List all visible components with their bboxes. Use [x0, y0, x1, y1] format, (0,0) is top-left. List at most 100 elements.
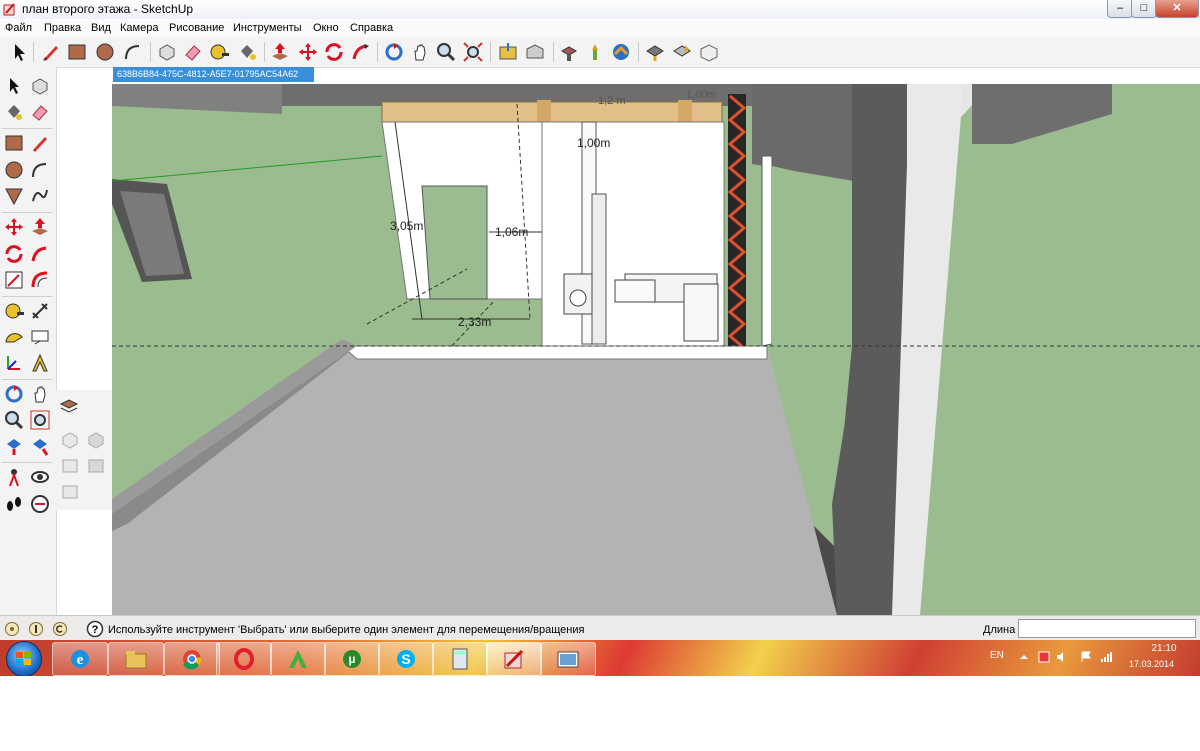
zoom-window-icon[interactable]	[30, 410, 50, 430]
taskbar-chrome[interactable]	[164, 642, 220, 676]
clock-time[interactable]: 21:10	[1145, 643, 1183, 654]
pan-icon[interactable]	[30, 384, 50, 404]
menu-tools[interactable]: Инструменты	[233, 22, 302, 34]
zoom-extents-icon[interactable]	[462, 41, 484, 63]
follow-me-icon[interactable]	[30, 244, 50, 264]
menu-draw[interactable]: Рисование	[169, 22, 224, 34]
arc-icon[interactable]	[122, 41, 144, 63]
taskbar-utorrent[interactable]: µ	[324, 642, 380, 676]
move-icon[interactable]	[297, 41, 319, 63]
menu-camera[interactable]: Камера	[120, 22, 158, 34]
menu-help[interactable]: Справка	[350, 22, 393, 34]
dimension-icon[interactable]	[30, 301, 50, 321]
axes-icon[interactable]	[4, 353, 24, 373]
menu-file[interactable]: Файл	[5, 22, 32, 34]
protractor-icon[interactable]	[4, 327, 24, 347]
zoom-icon[interactable]	[435, 41, 457, 63]
walk-icon[interactable]	[4, 494, 24, 514]
line-icon[interactable]	[30, 133, 50, 153]
washing-machine-door	[569, 289, 587, 307]
taskbar-explorer[interactable]	[108, 642, 164, 676]
text-icon[interactable]	[30, 327, 50, 347]
taskbar-sketchup[interactable]	[486, 642, 542, 676]
rotate-icon[interactable]	[323, 41, 345, 63]
tape-measure-icon[interactable]	[4, 301, 24, 321]
rectangle-icon[interactable]	[4, 133, 24, 153]
warehouse-icon[interactable]	[584, 41, 606, 63]
move-icon[interactable]	[4, 217, 24, 237]
follow-me-icon[interactable]	[350, 41, 372, 63]
taskbar-opera[interactable]	[216, 642, 272, 676]
model-scene[interactable]: 3,05m 1,06m 2,33m 1,00m 1,2 m 1,00m	[112, 84, 1200, 615]
tray-expand-icon[interactable]	[1018, 651, 1030, 663]
push-pull-icon[interactable]	[269, 41, 291, 63]
pan-icon[interactable]	[409, 41, 431, 63]
menu-edit[interactable]: Правка	[44, 22, 81, 34]
tray-app-icon[interactable]	[1038, 651, 1050, 663]
share-model-icon[interactable]	[524, 41, 546, 63]
3d-text-icon[interactable]	[30, 353, 50, 373]
orbit-icon[interactable]	[383, 41, 405, 63]
close-button[interactable]: ✕	[1155, 0, 1199, 18]
photo-textures-icon[interactable]	[610, 41, 632, 63]
zoom-icon[interactable]	[4, 410, 24, 430]
orbit-icon[interactable]	[4, 384, 24, 404]
components-icon[interactable]	[558, 41, 580, 63]
geo-location-icon[interactable]	[4, 621, 20, 637]
rotate-icon[interactable]	[4, 244, 24, 264]
volume-icon[interactable]	[1056, 651, 1068, 663]
preview-icon[interactable]	[644, 41, 666, 63]
make-component-icon[interactable]	[156, 41, 178, 63]
threshold	[340, 345, 768, 360]
taskbar-calculator[interactable]	[432, 642, 488, 676]
clock-date[interactable]: 17.03.2014	[1129, 659, 1174, 669]
help-icon[interactable]: ?	[86, 620, 104, 638]
get-models-icon[interactable]	[497, 41, 519, 63]
paint-bucket-icon[interactable]	[4, 102, 24, 122]
arc-icon[interactable]	[30, 160, 50, 180]
layers-icon[interactable]	[59, 396, 79, 416]
position-camera-icon[interactable]	[4, 467, 24, 487]
start-button[interactable]	[6, 641, 42, 676]
taskbar-green-a[interactable]	[270, 642, 326, 676]
freehand-icon[interactable]	[30, 186, 50, 206]
circle-icon[interactable]	[4, 160, 24, 180]
minimize-button[interactable]: –	[1107, 0, 1133, 18]
section-plane-icon[interactable]	[30, 494, 50, 514]
upload-icon[interactable]	[671, 41, 693, 63]
menu-view[interactable]: Вид	[91, 22, 111, 34]
scale-icon[interactable]	[4, 270, 24, 290]
status-bar: ? Используйте инструмент 'Выбрать' или в…	[0, 615, 1200, 641]
menu-window[interactable]: Окно	[313, 22, 339, 34]
paint-bucket-icon[interactable]	[236, 41, 258, 63]
distance-field[interactable]	[1018, 619, 1196, 638]
polygon-icon[interactable]	[4, 186, 24, 206]
select-icon[interactable]	[8, 41, 30, 63]
credits-icon[interactable]	[28, 621, 44, 637]
offset-icon[interactable]	[30, 270, 50, 290]
network-icon[interactable]	[1100, 651, 1112, 663]
circle-icon[interactable]	[94, 41, 116, 63]
push-pull-icon[interactable]	[30, 217, 50, 237]
next-view-icon[interactable]	[30, 436, 50, 456]
copyright-icon[interactable]	[52, 621, 68, 637]
make-component-icon[interactable]	[30, 76, 50, 96]
look-around-icon[interactable]	[30, 467, 50, 487]
select-icon[interactable]	[4, 76, 24, 96]
opera-icon	[234, 648, 254, 670]
pencil-icon[interactable]	[40, 41, 62, 63]
rectangle-icon[interactable]	[66, 41, 88, 63]
explorer-icon	[125, 651, 147, 669]
taskbar-photo-viewer[interactable]	[540, 642, 596, 676]
maximize-button[interactable]: □	[1131, 0, 1157, 18]
3d-viewport[interactable]: 3,05m 1,06m 2,33m 1,00m 1,2 m 1,00m	[112, 84, 1200, 615]
tray-language[interactable]: EN	[990, 650, 1004, 661]
front-view-icon[interactable]	[698, 41, 720, 63]
action-center-flag-icon[interactable]	[1080, 651, 1092, 663]
tape-measure-icon[interactable]	[208, 41, 230, 63]
taskbar-ie[interactable]: e	[52, 642, 108, 676]
eraser-icon[interactable]	[30, 102, 50, 122]
eraser-icon[interactable]	[182, 41, 204, 63]
taskbar-skype[interactable]: S	[378, 642, 434, 676]
previous-view-icon[interactable]	[4, 436, 24, 456]
